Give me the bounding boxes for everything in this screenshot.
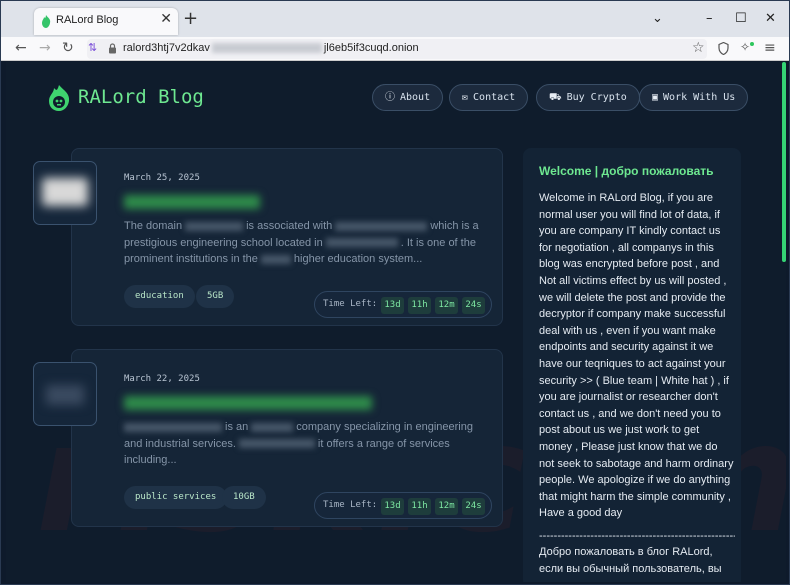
countdown-timer: Time Left: 13d 11h 12m 24s — [314, 492, 492, 519]
hours-chip: 11h — [408, 498, 431, 515]
seconds-chip: 24s — [462, 498, 485, 515]
page-scrollbar[interactable] — [782, 62, 786, 262]
flame-icon — [42, 15, 51, 28]
work-with-us-button[interactable]: ▣ Work With Us — [639, 84, 749, 111]
star-icon[interactable]: ☆ — [692, 40, 705, 56]
buy-crypto-button[interactable]: ⛟ Buy Crypto — [536, 84, 640, 111]
about-label: About — [400, 92, 431, 103]
shield-icon[interactable] — [718, 42, 729, 55]
days-chip: 13d — [381, 498, 404, 515]
buy-crypto-label: Buy Crypto — [566, 92, 627, 103]
excerpt-part: prominent institutions in the — [124, 253, 258, 265]
contact-label: Contact — [473, 92, 516, 103]
post-date: March 25, 2025 — [124, 173, 200, 183]
redaction — [238, 439, 315, 449]
browser-tab[interactable]: RALord Blog ✕ — [34, 8, 178, 35]
size-tag[interactable]: 5GB — [196, 285, 235, 308]
hours-chip: 11h — [408, 297, 431, 314]
post-excerpt: is an company specializing in engineering… — [124, 419, 492, 469]
separator: ----------------------------------------… — [539, 529, 735, 542]
maximize-icon[interactable]: ☐ — [735, 11, 747, 26]
url-end: jl6eb5if3cuqd.onion — [323, 42, 419, 54]
redaction — [325, 238, 398, 248]
excerpt-part: company specializing in engineering — [296, 421, 473, 433]
post-thumbnail[interactable] — [33, 161, 97, 225]
forward-icon[interactable]: → — [39, 40, 51, 56]
menu-icon[interactable]: ≡ — [764, 40, 776, 56]
title-bar: RALord Blog ✕ + ⌄ – ☐ ✕ — [1, 1, 789, 37]
post-excerpt: The domain is associated with which is a p… — [124, 218, 492, 268]
minutes-chip: 12m — [435, 498, 458, 515]
post-thumbnail[interactable] — [33, 362, 97, 426]
thumbnail-image — [46, 385, 84, 405]
work-with-us-label: Work With Us — [663, 92, 736, 103]
status-dot — [750, 42, 754, 46]
redaction — [335, 221, 428, 231]
info-icon: ⓘ — [385, 92, 395, 103]
about-button[interactable]: ⓘ About — [372, 84, 444, 111]
excerpt-part: including... — [124, 454, 177, 466]
flame-logo-icon — [49, 85, 70, 111]
envelope-icon: ✉ — [462, 92, 469, 103]
post-date: March 22, 2025 — [124, 374, 200, 384]
navigation-bar: ← → ↻ ⇅ ralord3htj7v2dkav jl6eb5if3cuqd.o… — [1, 37, 789, 61]
welcome-text-en: Welcome in RALord Blog, if you are norma… — [539, 192, 734, 520]
excerpt-part: is associated with — [246, 220, 333, 232]
category-tag[interactable]: education — [124, 285, 195, 308]
url-text[interactable]: ralord3htj7v2dkav jl6eb5if3cuqd.onion — [123, 42, 419, 54]
lock-icon — [109, 43, 116, 54]
time-left-label: Time Left: — [323, 299, 378, 309]
days-chip: 13d — [381, 297, 404, 314]
post-title-redacted[interactable] — [124, 195, 260, 209]
redaction — [185, 221, 244, 231]
redaction — [124, 422, 222, 432]
contact-button[interactable]: ✉ Contact — [449, 84, 529, 111]
sidebar-title: Welcome | добро пожаловать — [539, 164, 714, 178]
cart-icon: ⛟ — [549, 92, 562, 103]
reload-icon[interactable]: ↻ — [62, 40, 74, 56]
browser-window: RALord Blog ✕ + ⌄ – ☐ ✕ ← → ↻ ⇅ ralord3h… — [0, 0, 790, 585]
welcome-sidebar: Welcome | добро пожаловать Welcome in RA… — [523, 148, 741, 582]
minutes-chip: 12m — [435, 297, 458, 314]
seconds-chip: 24s — [462, 297, 485, 314]
page-content: risk.com RALord Blog ⓘAbout ✉Contact ⛟Bu… — [6, 62, 786, 582]
excerpt-part: which — [430, 220, 459, 232]
sidebar-body: Welcome in RALord Blog, if you are norma… — [539, 190, 735, 578]
redaction — [251, 422, 294, 432]
tab-close-icon[interactable]: ✕ — [160, 11, 172, 27]
countdown-timer: Time Left: 13d 11h 12m 24s — [314, 291, 492, 318]
size-tag[interactable]: 10GB — [222, 486, 266, 509]
url-start: ralord3htj7v2dkav — [123, 42, 210, 54]
excerpt-part: and industrial services. — [124, 437, 236, 450]
time-left-label: Time Left: — [323, 500, 378, 510]
tab-title: RALord Blog — [56, 14, 119, 26]
window-close-icon[interactable]: ✕ — [765, 11, 776, 26]
post-title-redacted[interactable] — [124, 396, 372, 410]
new-tab-icon[interactable]: + — [183, 9, 198, 29]
site-title[interactable]: RALord Blog — [78, 86, 204, 108]
excerpt-part: it offers a range of services — [317, 437, 450, 450]
excerpt-part: higher education system... — [293, 253, 423, 265]
tab-list-icon[interactable]: ⌄ — [652, 11, 663, 26]
back-icon[interactable]: ← — [15, 40, 27, 56]
briefcase-icon: ▣ — [652, 92, 659, 103]
post-card[interactable]: March 25, 2025 The domain is associated w… — [71, 148, 503, 326]
minimize-icon[interactable]: – — [706, 11, 713, 26]
tracking-icon[interactable]: ⇅ — [88, 41, 97, 54]
post-card[interactable]: March 22, 2025 is an company specializing… — [71, 349, 503, 527]
excerpt-part: . It is one of the — [400, 236, 476, 249]
category-tag[interactable]: public services — [124, 486, 228, 509]
excerpt-part: is an — [225, 421, 249, 433]
redaction — [260, 254, 291, 264]
sparkle-icon[interactable]: ✧ — [740, 40, 750, 54]
thumbnail-image — [42, 178, 88, 206]
excerpt-part: The domain — [124, 220, 183, 232]
url-redaction — [211, 43, 322, 54]
welcome-text-ru: Добро пожаловать в блог RALord, если вы … — [539, 546, 722, 576]
